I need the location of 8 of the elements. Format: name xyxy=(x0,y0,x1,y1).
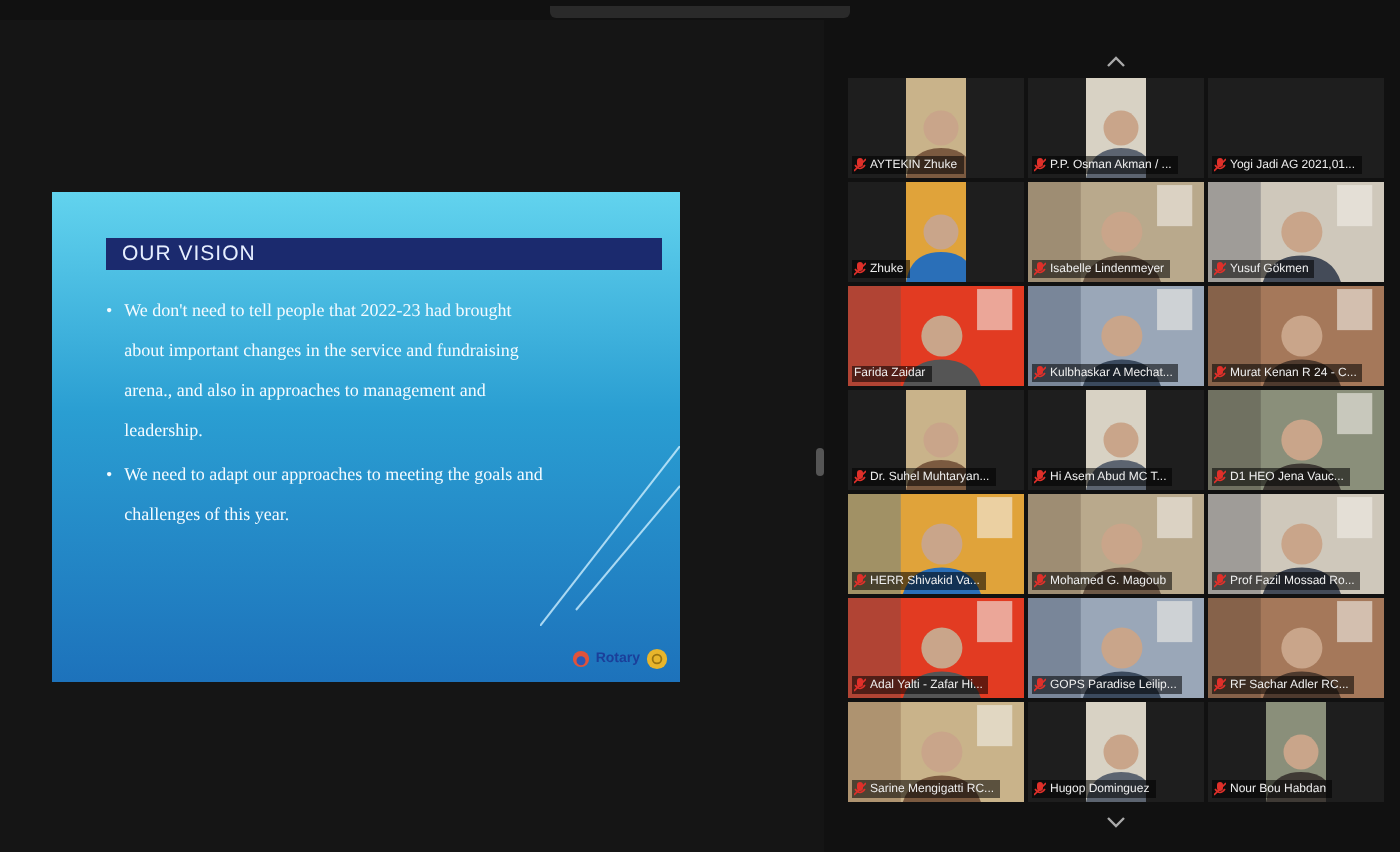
wheel-icon xyxy=(646,647,668,669)
resize-handle[interactable] xyxy=(816,448,824,476)
slide-bullet: We don't need to tell people that 2022-23 had brought about important changes in the service and fundraising arena., and also in approaches to management and leadership. xyxy=(124,297,521,444)
logo-icon xyxy=(571,649,590,667)
slide-title: OUR VISION xyxy=(106,237,662,269)
slide-bullet: We need to adapt our approaches to meeting the goals and challenges of this year. xyxy=(124,461,545,528)
bullet-marker: • xyxy=(106,297,113,323)
bullet-marker: • xyxy=(106,461,113,487)
